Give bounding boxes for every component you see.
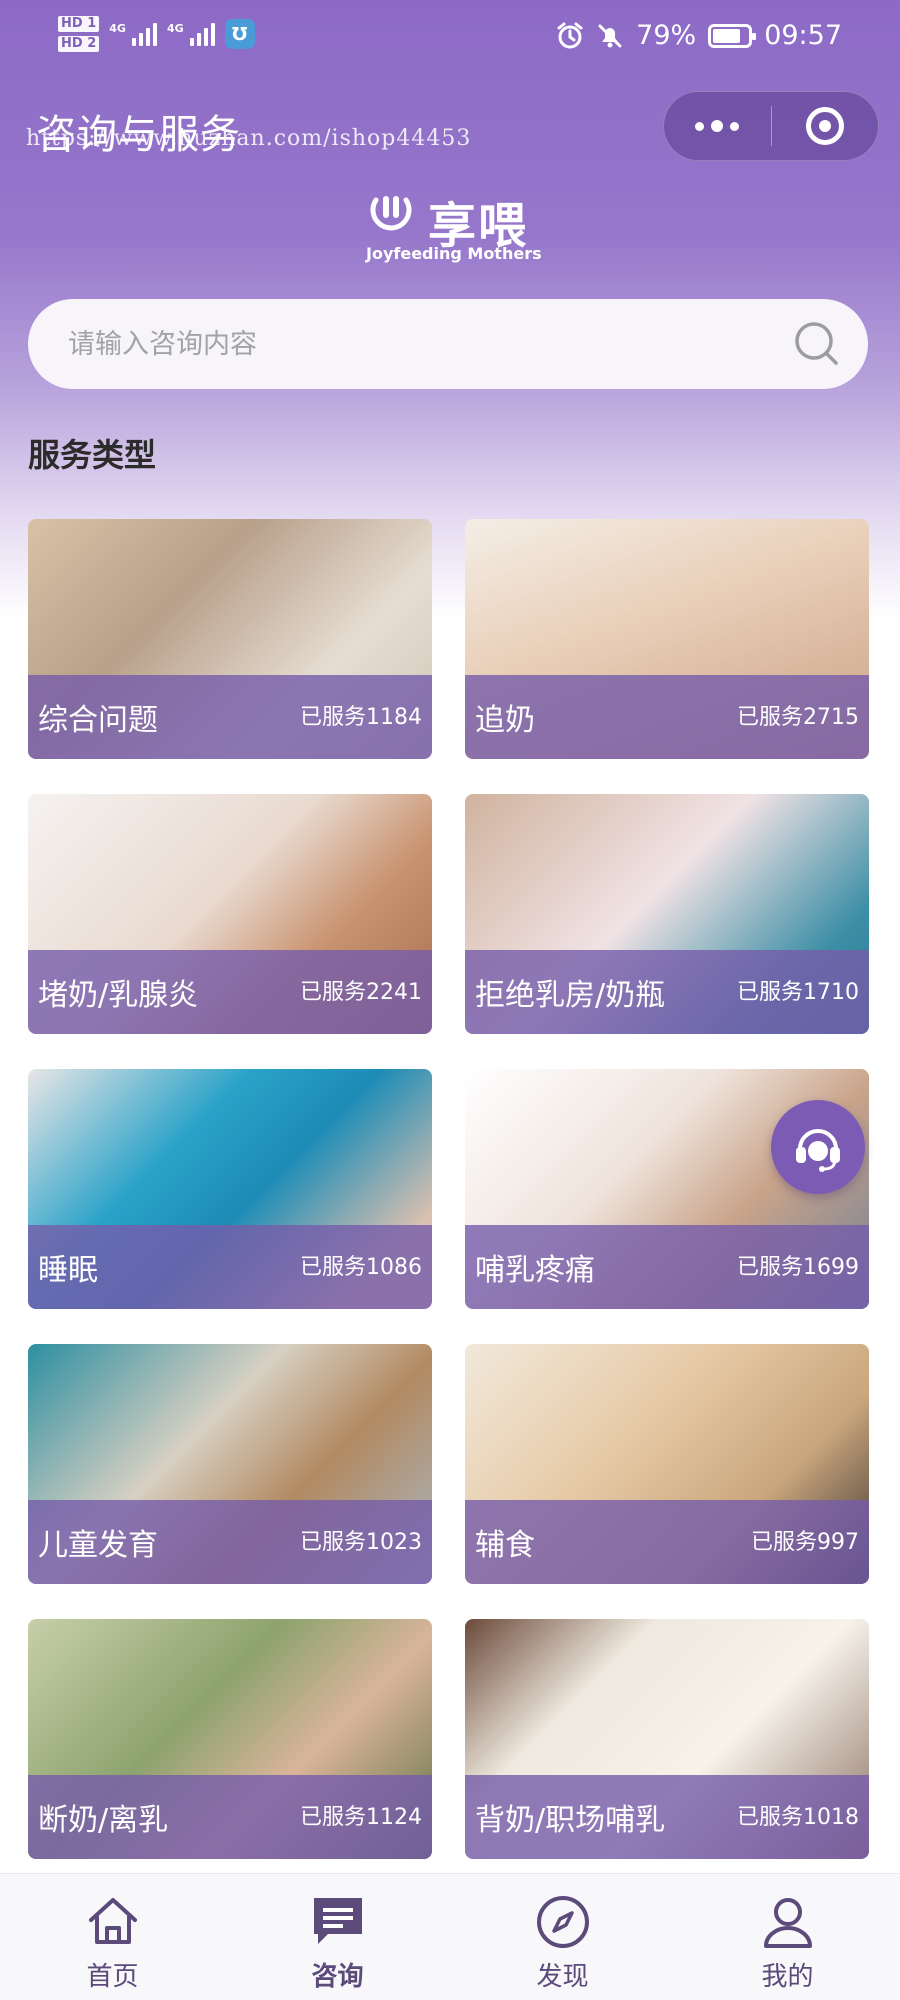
close-miniprogram-button[interactable]: [771, 91, 878, 161]
bottom-tab-bar: 首页 咨询 发现 我的: [0, 1873, 900, 2000]
service-count: 已服务997: [751, 1530, 859, 1555]
service-name: 辅食: [475, 1528, 535, 1563]
tab-label: 我的: [761, 1962, 814, 1992]
network-type-1: 4G: [109, 22, 126, 35]
search-icon[interactable]: [792, 319, 842, 369]
service-count: 已服务2715: [737, 705, 859, 730]
service-count: 已服务1699: [737, 1255, 859, 1280]
miniprogram-capsule: [663, 91, 879, 161]
service-count: 已服务1710: [737, 980, 859, 1005]
battery-icon: [708, 23, 757, 48]
logo-mark-icon: [370, 196, 412, 231]
tab-consult[interactable]: 咨询: [225, 1874, 450, 2000]
service-count: 已服务2241: [300, 980, 422, 1005]
service-count: 已服务1018: [737, 1805, 859, 1830]
chat-icon: [314, 1898, 362, 1944]
compass-icon: [537, 1896, 589, 1948]
signal-icon: 4G: [109, 22, 157, 46]
logo-subtitle: Joyfeeding Mothers: [366, 244, 542, 263]
brand-logo: 享喂 Joyfeeding Mothers: [366, 186, 542, 266]
tab-home[interactable]: 首页: [0, 1874, 225, 2000]
status-bar: HD 1 HD 2 4G 4G Ʊ 79% 09:57: [0, 0, 900, 80]
service-card-increase-supply[interactable]: 追奶 已服务2715: [465, 519, 869, 759]
tab-profile[interactable]: 我的: [675, 1874, 900, 2000]
service-card-sleep[interactable]: 睡眠 已服务1086: [28, 1069, 432, 1309]
watermark-text: https://www.huzhan.com/ishop44453: [26, 126, 472, 151]
service-card-complementary-food[interactable]: 辅食 已服务997: [465, 1344, 869, 1584]
service-card-weaning[interactable]: 断奶/离乳 已服务1124: [28, 1619, 432, 1859]
section-title: 服务类型: [28, 436, 157, 474]
hd-indicator: HD 1 HD 2: [58, 14, 100, 54]
hd2-label: HD 2: [58, 36, 100, 52]
tab-discover[interactable]: 发现: [450, 1874, 675, 2000]
network-type-2: 4G: [166, 22, 184, 35]
search-bar: [28, 299, 868, 389]
tab-label: 发现: [536, 1962, 589, 1992]
search-input[interactable]: [68, 299, 768, 389]
service-count: 已服务1184: [300, 705, 422, 730]
service-card-refusal[interactable]: 拒绝乳房/奶瓶 已服务1710: [465, 794, 869, 1034]
service-count: 已服务1023: [300, 1530, 422, 1555]
service-name: 睡眠: [38, 1253, 98, 1288]
service-card-child-development[interactable]: 儿童发育 已服务1023: [28, 1344, 432, 1584]
mute-icon: [598, 24, 622, 47]
service-name: 追奶: [475, 703, 535, 738]
more-menu-button[interactable]: [664, 91, 771, 161]
service-name: 综合问题: [38, 703, 158, 738]
service-card-mastitis[interactable]: 堵奶/乳腺炎 已服务2241: [28, 794, 432, 1034]
service-name: 儿童发育: [38, 1528, 158, 1563]
tab-label: 咨询: [311, 1962, 364, 1992]
alarm-icon: [557, 22, 583, 48]
service-card-general[interactable]: 综合问题 已服务1184: [28, 519, 432, 759]
service-name: 哺乳疼痛: [475, 1253, 595, 1288]
app-notification-icon: Ʊ: [224, 19, 255, 49]
battery-percentage: 79%: [636, 20, 697, 51]
home-icon: [89, 1898, 137, 1944]
service-count: 已服务1086: [300, 1255, 422, 1280]
clock-time: 09:57: [764, 20, 842, 51]
tab-label: 首页: [86, 1962, 139, 1992]
service-count: 已服务1124: [300, 1805, 422, 1830]
headset-icon: [796, 1129, 840, 1172]
service-name: 背奶/职场哺乳: [475, 1803, 666, 1838]
target-icon: [805, 107, 844, 145]
customer-service-button[interactable]: [771, 1100, 865, 1194]
hd1-label: HD 1: [58, 16, 100, 32]
service-name: 断奶/离乳: [38, 1803, 169, 1838]
signal-icon-2: 4G: [167, 22, 215, 46]
service-name: 堵奶/乳腺炎: [38, 978, 199, 1013]
service-name: 拒绝乳房/奶瓶: [475, 978, 666, 1013]
service-card-working-mom[interactable]: 背奶/职场哺乳 已服务1018: [465, 1619, 869, 1859]
user-icon: [764, 1898, 812, 1948]
battery-level-fill: [713, 28, 741, 43]
